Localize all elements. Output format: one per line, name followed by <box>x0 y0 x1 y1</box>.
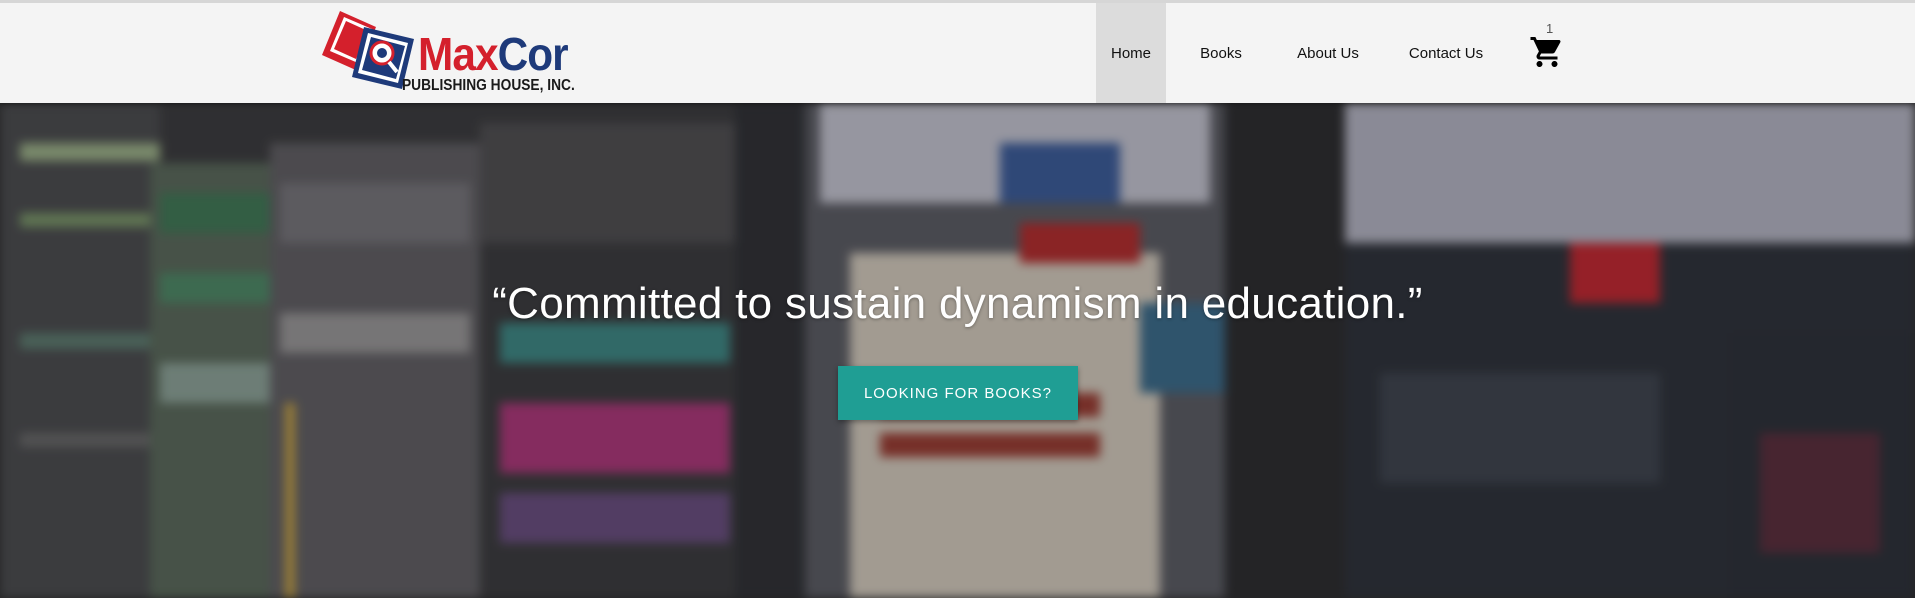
logo-wordmark-max: Max <box>418 28 498 80</box>
logo-tagline: PUBLISHING HOUSE, INC. <box>402 77 575 94</box>
looking-for-books-button[interactable]: LOOKING FOR BOOKS? <box>838 366 1078 420</box>
main-nav: Home Books About Us Contact Us <box>1096 3 1512 103</box>
logo-wordmark-cor: Cor <box>497 28 569 80</box>
nav-item-about-us[interactable]: About Us <box>1276 3 1380 103</box>
logo-wordmark: MaxCor <box>418 28 569 80</box>
nav-item-home[interactable]: Home <box>1096 3 1166 103</box>
hero-overlay <box>0 103 1915 598</box>
shopping-cart-icon <box>1530 37 1561 67</box>
hero-quote: “Committed to sustain dynamism in educat… <box>492 279 1423 328</box>
site-header: MaxCor PUBLISHING HOUSE, INC. Home Books… <box>0 0 1915 103</box>
nav-item-contact-us[interactable]: Contact Us <box>1380 3 1512 103</box>
cart-button[interactable]: 1 <box>1524 21 1570 73</box>
nav-item-books[interactable]: Books <box>1166 3 1276 103</box>
maxcor-logo[interactable]: MaxCor PUBLISHING HOUSE, INC. <box>318 5 598 97</box>
hero-section: “Committed to sustain dynamism in educat… <box>0 103 1915 598</box>
